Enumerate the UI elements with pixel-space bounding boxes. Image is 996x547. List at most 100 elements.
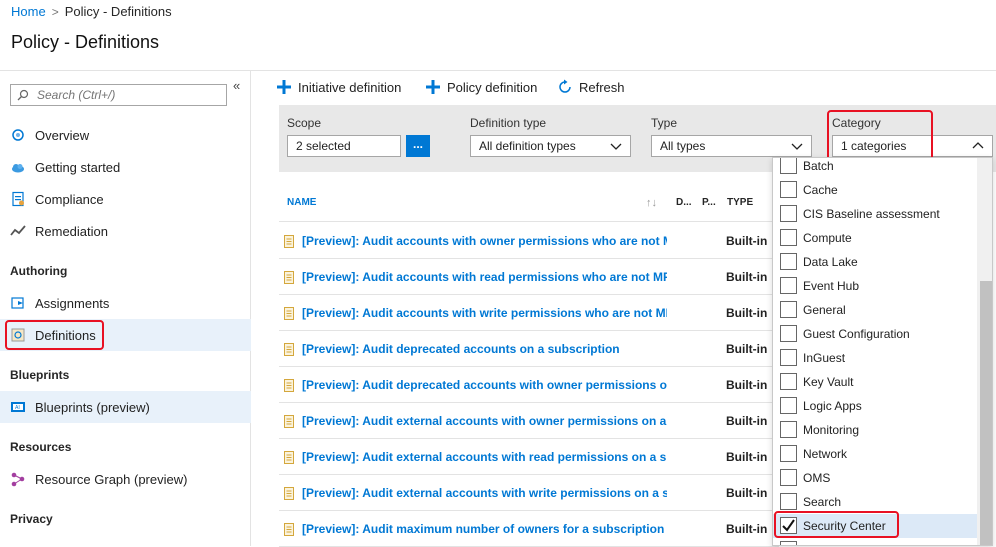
category-option[interactable]: Data Lake [773,250,977,274]
sidebar-item-label: Getting started [35,159,121,175]
scrollbar-thumb[interactable] [980,281,992,545]
category-option[interactable]: OMS [773,466,977,490]
category-option[interactable]: Event Hub [773,274,977,298]
sidebar-search[interactable] [10,84,227,106]
scope-label: Scope [287,116,322,130]
checkbox[interactable] [780,158,797,174]
table-row[interactable]: [Preview]: Audit external accounts with … [279,439,779,475]
scrollbar[interactable] [977,158,992,545]
column-header-d[interactable]: D... [676,197,692,208]
definition-type-value: All definition types [479,139,576,153]
checkbox[interactable] [780,373,797,390]
column-header-p[interactable]: P... [702,197,716,208]
sidebar-item-assignments[interactable]: Assignments [0,287,251,319]
table-row[interactable]: [Preview]: Audit accounts with owner per… [279,223,779,259]
category-option-label: Compute [803,231,852,245]
sidebar: « Overview Getting started Compliance Re… [0,71,251,546]
refresh-button[interactable]: Refresh [557,79,625,95]
breadcrumb-home[interactable]: Home [11,4,46,19]
sidebar-item-overview[interactable]: Overview [0,119,251,151]
sidebar-item-getting-started[interactable]: Getting started [0,151,251,183]
scope-picker-button[interactable]: ... [406,135,430,157]
policy-name-link[interactable]: [Preview]: Audit accounts with write per… [302,306,667,320]
toolbar: Initiative definition Policy definition … [252,71,996,105]
table-row[interactable]: [Preview]: Audit accounts with write per… [279,295,779,331]
category-option[interactable]: Monitoring [773,418,977,442]
category-option-label: Cache [803,183,838,197]
category-option[interactable]: Cache [773,178,977,202]
document-icon [284,343,294,356]
checkbox[interactable] [780,397,797,414]
sidebar-item-resource-graph[interactable]: Resource Graph (preview) [0,463,251,495]
column-header-name[interactable]: NAME [287,197,316,208]
policy-name-link[interactable]: [Preview]: Audit accounts with read perm… [302,270,667,284]
section-heading-authoring: Authoring [10,264,68,278]
category-option[interactable]: Key Vault [773,370,977,394]
category-option[interactable]: Batch [773,158,977,178]
policy-name-link[interactable]: [Preview]: Audit deprecated accounts wit… [302,378,667,392]
sidebar-item-blueprints[interactable]: AI Blueprints (preview) [0,391,251,423]
checkbox[interactable] [780,421,797,438]
search-input[interactable] [37,88,217,102]
column-header-type[interactable]: TYPE [727,197,753,208]
policy-definition-button[interactable]: Policy definition [425,79,537,95]
policy-name-link[interactable]: [Preview]: Audit deprecated accounts on … [302,342,667,356]
policy-type: Built-in [726,233,768,248]
checkbox[interactable] [780,325,797,342]
category-option[interactable]: Service B... [773,538,977,545]
category-option-label: Event Hub [803,279,860,293]
checkbox[interactable] [780,253,797,270]
checkbox[interactable] [780,301,797,318]
checkbox[interactable] [780,277,797,294]
checkbox[interactable] [780,493,797,510]
category-option[interactable]: General [773,298,977,322]
search-icon [17,89,29,101]
policy-name-link[interactable]: [Preview]: Audit accounts with owner per… [302,234,667,248]
policy-definition-label: Policy definition [447,79,538,95]
sort-icon[interactable]: ↑↓ [646,197,657,209]
category-option[interactable]: Compute [773,226,977,250]
table-row[interactable]: [Preview]: Audit external accounts with … [279,403,779,439]
refresh-label: Refresh [579,79,625,95]
checkbox[interactable] [780,469,797,486]
checkbox[interactable] [780,349,797,366]
policy-name-link[interactable]: [Preview]: Audit external accounts with … [302,486,667,500]
category-option-label: General [803,303,846,317]
category-option[interactable]: InGuest [773,346,977,370]
policy-name-link[interactable]: [Preview]: Audit external accounts with … [302,450,667,464]
category-option[interactable]: Guest Configuration [773,322,977,346]
checkbox[interactable] [780,205,797,222]
initiative-definition-label: Initiative definition [298,79,402,95]
category-option[interactable]: Network [773,442,977,466]
checkbox[interactable] [780,445,797,462]
category-option[interactable]: CIS Baseline assessment [773,202,977,226]
checkbox[interactable] [780,541,797,545]
initiative-definition-button[interactable]: Initiative definition [276,79,401,95]
page-title: Policy - Definitions [11,32,160,52]
sidebar-item-label: Compliance [35,191,104,207]
category-option[interactable]: Logic Apps [773,394,977,418]
document-icon [284,271,294,284]
document-icon [284,307,294,320]
policy-name-link[interactable]: [Preview]: Audit external accounts with … [302,414,667,428]
chevron-right-icon: > [51,4,59,19]
collapse-sidebar-icon[interactable]: « [233,78,240,93]
table-row[interactable]: [Preview]: Audit external accounts with … [279,475,779,511]
document-icon [284,415,294,428]
category-options-list[interactable]: Batch Cache CIS Baseline assessment Compute… [772,157,993,546]
policy-type: Built-in [726,377,768,392]
table-row[interactable]: [Preview]: Audit maximum number of owner… [279,511,779,547]
checkbox[interactable] [780,181,797,198]
scope-field[interactable]: 2 selected [287,135,401,157]
category-option-label: Network [803,447,848,461]
policy-name-link[interactable]: [Preview]: Audit maximum number of owner… [302,522,667,536]
table-row[interactable]: [Preview]: Audit accounts with read perm… [279,259,779,295]
type-dropdown[interactable]: All types [651,135,812,157]
sidebar-item-compliance[interactable]: Compliance [0,183,251,215]
table-row[interactable]: [Preview]: Audit deprecated accounts on … [279,331,779,367]
sidebar-item-remediation[interactable]: Remediation [0,215,251,247]
checkbox[interactable] [780,229,797,246]
table-row[interactable]: [Preview]: Audit deprecated accounts wit… [279,367,779,403]
sidebar-item-label: Resource Graph (preview) [35,471,188,487]
definition-type-dropdown[interactable]: All definition types [470,135,631,157]
